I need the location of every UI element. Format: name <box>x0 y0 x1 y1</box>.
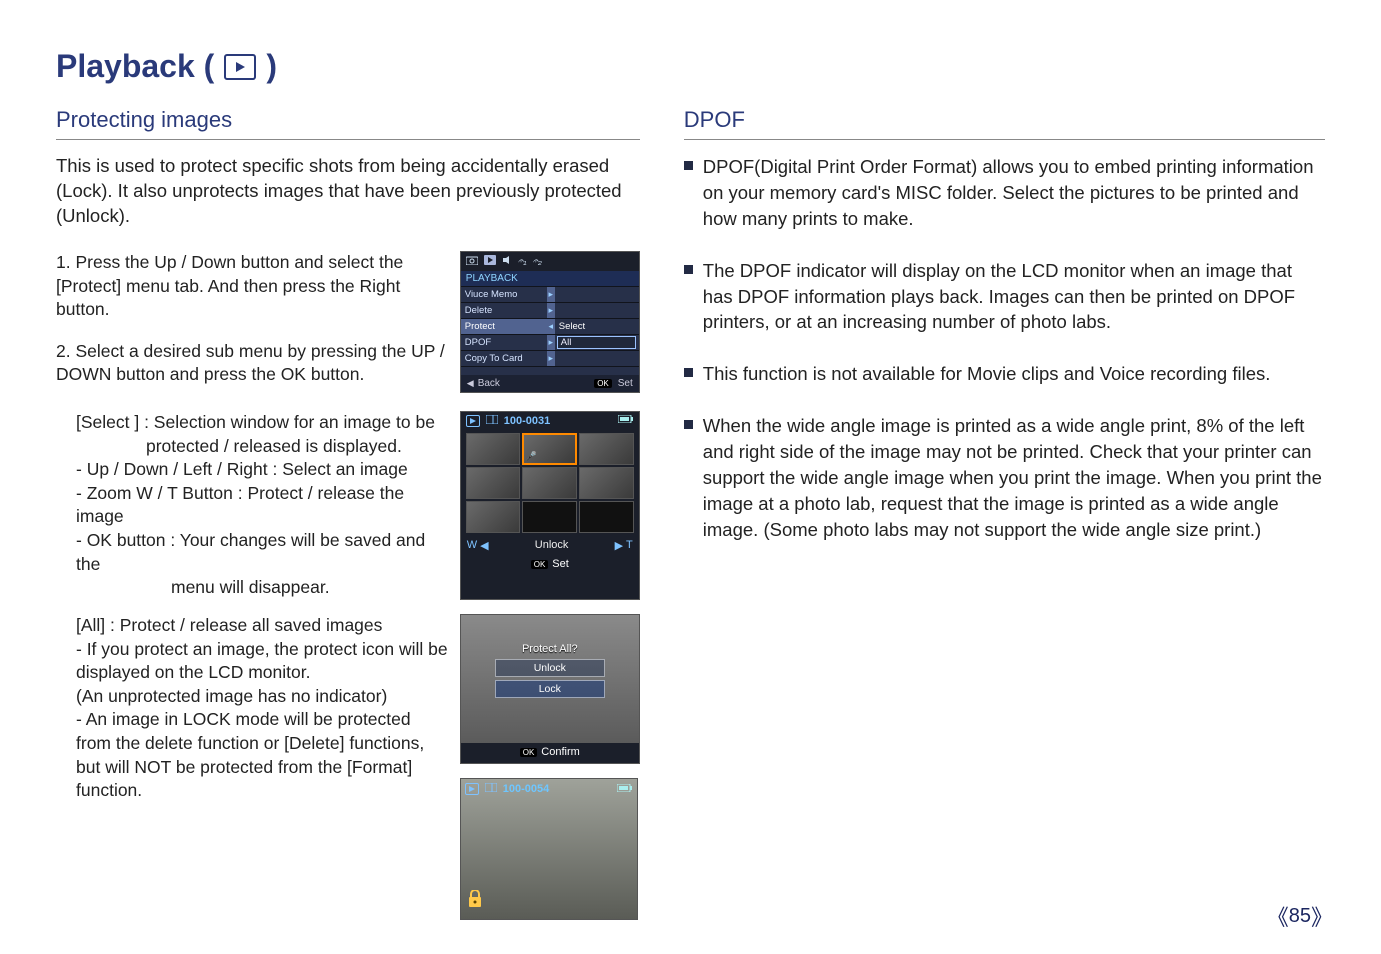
chevron-right-icon: ▸ <box>547 287 555 302</box>
mic-icon: 🎤 <box>525 451 536 462</box>
bullet-icon <box>684 368 693 377</box>
select-sub-3b: menu will disappear. <box>56 576 448 600</box>
menu-header: PLAYBACK <box>461 271 639 286</box>
menu-item-protect[interactable]: Protect <box>461 319 547 334</box>
chevron-left-icon: ◂ <box>547 319 555 334</box>
thumbnail[interactable] <box>579 467 634 499</box>
play-mode-icon <box>466 415 480 427</box>
zoom-t-label[interactable]: ▶T <box>615 539 633 552</box>
folder-icon <box>486 415 498 427</box>
menu-option-select[interactable]: Select <box>555 319 639 334</box>
section-heading-protecting: Protecting images <box>56 107 640 140</box>
bullet-4: When the wide angle image is printed as … <box>703 413 1325 542</box>
set-label: Set <box>552 558 569 570</box>
section-heading-dpof: DPOF <box>684 107 1325 140</box>
setup2-icon: 𝄐₂ <box>533 256 542 267</box>
thumbnail[interactable] <box>466 467 521 499</box>
angle-right-icon: 》 <box>1311 900 1333 932</box>
foot-set-label: Set <box>618 378 633 389</box>
dialog-title: Protect All? <box>495 643 605 655</box>
page-title: Playback ( ) <box>56 48 1325 85</box>
ok-key-icon: OK <box>531 560 549 569</box>
all-sub-2: - An image in LOCK mode will be protecte… <box>56 708 448 803</box>
dialog-option-unlock[interactable]: Unlock <box>495 659 605 677</box>
menu-item-delete[interactable]: Delete <box>461 303 547 318</box>
speaker-icon <box>502 255 512 268</box>
folder-icon <box>485 783 497 795</box>
protect-all-screenshot: Protect All? Unlock Lock OKConfirm <box>460 614 640 764</box>
title-end: ) <box>266 48 277 85</box>
menu-item-voice-memo[interactable]: Viuce Memo <box>461 287 547 302</box>
thumbnail-empty <box>579 501 634 533</box>
thumbnail[interactable] <box>579 433 634 465</box>
thumbnail[interactable] <box>466 501 521 533</box>
bullet-icon <box>684 265 693 274</box>
page-number: 《85》 <box>1267 900 1333 932</box>
foot-back-label: Back <box>478 378 500 389</box>
camera-menu-screenshot: 𝄐₁ 𝄐₂ PLAYBACK Viuce Memo▸ Delete▸ Prote… <box>460 251 640 393</box>
dialog-option-lock[interactable]: Lock <box>495 680 605 698</box>
bullet-3: This function is not available for Movie… <box>703 361 1271 387</box>
intro-text: This is used to protect specific shots f… <box>56 154 640 229</box>
chevron-right-icon: ▸ <box>547 351 555 366</box>
play-mode-icon <box>465 783 479 795</box>
chevron-right-icon: ▸ <box>547 303 555 318</box>
step-2: 2. Select a desired sub menu by pressing… <box>56 340 448 387</box>
chevron-right-icon: ▸ <box>547 335 555 350</box>
menu-option-all[interactable]: All <box>557 336 636 349</box>
locked-image-screenshot: 100-0054 <box>460 778 638 920</box>
ok-key-icon: OK <box>594 379 612 388</box>
play-mode-icon <box>224 54 256 80</box>
battery-icon <box>617 783 633 795</box>
unlock-label: Unlock <box>535 539 569 551</box>
setup1-icon: 𝄐₁ <box>518 256 527 267</box>
image-number: 100-0031 <box>504 415 551 427</box>
all-line: [All] : Protect / release all saved imag… <box>56 614 448 638</box>
menu-item-copy[interactable]: Copy To Card <box>461 351 547 366</box>
thumbnail-empty <box>522 501 577 533</box>
title-text: Playback ( <box>56 48 214 85</box>
thumbnail[interactable] <box>522 467 577 499</box>
thumbnail[interactable] <box>466 433 521 465</box>
all-sub-1: - If you protect an image, the protect i… <box>56 638 448 685</box>
angle-left-icon: 《 <box>1267 900 1289 932</box>
thumbnail-select-screenshot: 100-0031 🎤 W◀ <box>460 411 640 600</box>
select-line-2: protected / released is displayed. <box>56 435 448 459</box>
lock-icon <box>467 890 483 913</box>
play-icon <box>484 255 496 268</box>
camera-icon <box>466 255 478 268</box>
bullet-1: DPOF(Digital Print Order Format) allows … <box>703 154 1325 232</box>
triangle-left-icon: ◀ <box>480 539 488 552</box>
battery-icon <box>618 415 634 426</box>
all-sub-1b: (An unprotected image has no indicator) <box>56 685 448 709</box>
ok-key-icon: OK <box>520 748 538 757</box>
select-sub-3: - OK button : Your changes will be saved… <box>56 529 448 576</box>
triangle-left-icon: ◀ <box>467 378 474 389</box>
thumbnail-selected[interactable]: 🎤 <box>522 433 577 465</box>
zoom-w-label[interactable]: W◀ <box>467 539 489 552</box>
bullet-icon <box>684 420 693 429</box>
confirm-label: Confirm <box>541 746 580 758</box>
menu-item-dpof[interactable]: DPOF <box>461 335 547 350</box>
step-1: 1. Press the Up / Down button and select… <box>56 251 448 322</box>
select-line-1: [Select ] : Selection window for an imag… <box>56 411 448 435</box>
image-number: 100-0054 <box>503 783 550 795</box>
bullet-icon <box>684 161 693 170</box>
select-sub-1: - Up / Down / Left / Right : Select an i… <box>56 458 448 482</box>
select-sub-2: - Zoom W / T Button : Protect / release … <box>56 482 448 529</box>
bullet-2: The DPOF indicator will display on the L… <box>703 258 1325 336</box>
triangle-right-icon: ▶ <box>615 539 623 552</box>
